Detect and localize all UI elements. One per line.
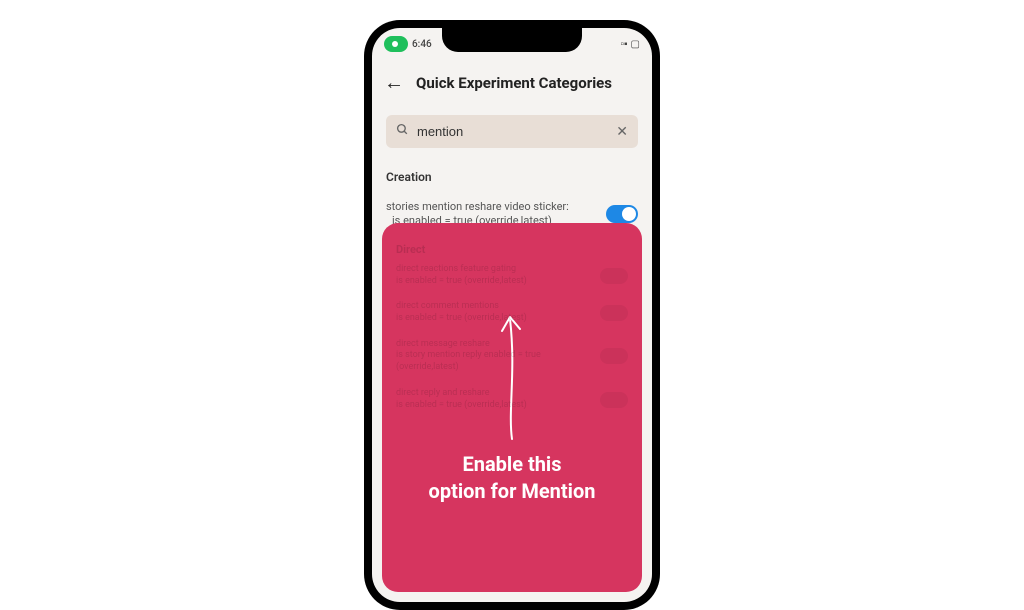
back-arrow-icon[interactable]: ← xyxy=(384,70,404,95)
status-left: 6:46 xyxy=(384,36,432,52)
recording-dot-icon xyxy=(392,41,398,47)
option-title: stories mention reshare video sticker: xyxy=(386,200,596,214)
signal-icon: ▫▪ xyxy=(620,39,627,50)
page-title: Quick Experiment Categories xyxy=(416,74,612,92)
toggle-stories-mention[interactable] xyxy=(606,205,638,223)
recording-indicator xyxy=(384,36,408,52)
status-right: ▫▪ ▢ xyxy=(620,39,640,50)
app-header: ← Quick Experiment Categories xyxy=(372,60,652,109)
clear-search-icon[interactable]: ✕ xyxy=(616,124,628,140)
section-label-creation: Creation xyxy=(372,154,652,190)
search-input[interactable] xyxy=(417,124,608,139)
status-time: 6:46 xyxy=(412,39,432,50)
battery-icon: ▢ xyxy=(631,39,640,50)
search-icon xyxy=(396,123,409,140)
phone-frame: 6:46 ▫▪ ▢ ← Quick Experiment Categories … xyxy=(364,20,660,610)
search-box[interactable]: ✕ xyxy=(386,115,638,148)
phone-screen: 6:46 ▫▪ ▢ ← Quick Experiment Categories … xyxy=(372,28,652,602)
overlay-instruction-text: Enable this option for Mention xyxy=(429,451,596,505)
ghost-background-items: Direct direct reactions feature gatingis… xyxy=(396,243,628,425)
instruction-overlay: Direct direct reactions feature gatingis… xyxy=(382,223,642,592)
phone-notch xyxy=(442,28,582,52)
